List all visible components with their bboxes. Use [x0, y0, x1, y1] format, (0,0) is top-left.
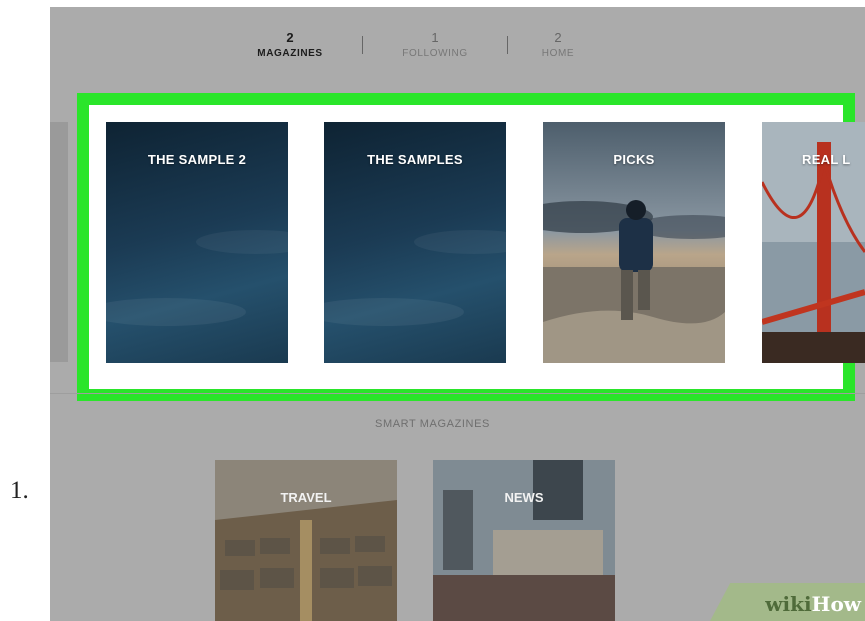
magazine-card[interactable]: THE SAMPLES	[324, 122, 506, 363]
stat-label: HOME	[541, 48, 575, 59]
stat-home[interactable]: 2 HOME	[503, 30, 613, 62]
wikihow-logo: wikiHow	[765, 592, 861, 616]
smart-magazine-card[interactable]: TRAVEL	[215, 460, 397, 621]
stat-label: MAGAZINES	[257, 48, 323, 59]
flipboard-profile-view: 2 MAGAZINES 1 FOLLOWING 2 HOME THE SAMPL…	[50, 7, 865, 621]
stat-count: 2	[554, 30, 562, 45]
magazine-card[interactable]: REAL L	[762, 122, 865, 363]
stat-count: 2	[286, 30, 294, 45]
magazine-title: THE SAMPLE 2	[147, 152, 247, 167]
airplane-cabin-photo	[215, 460, 397, 621]
stat-following[interactable]: 1 FOLLOWING	[380, 30, 490, 62]
stat-magazines[interactable]: 2 MAGAZINES	[235, 30, 345, 62]
stat-separator	[362, 36, 363, 54]
previous-card-edge	[50, 122, 68, 362]
magazine-title: THE SAMPLES	[367, 152, 463, 167]
smart-magazine-title: TRAVEL	[280, 490, 332, 505]
smart-magazine-card[interactable]: NEWS	[433, 460, 615, 621]
magazine-title: PICKS	[613, 152, 655, 167]
wikihow-logo-how: How	[811, 592, 861, 616]
step-number: 1.	[10, 477, 29, 504]
stat-label: FOLLOWING	[402, 48, 468, 59]
magazine-title: REAL L	[802, 152, 851, 167]
magazine-card[interactable]: THE SAMPLE 2	[106, 122, 288, 363]
magazine-card[interactable]: PICKS	[543, 122, 725, 363]
smart-magazine-title: NEWS	[504, 490, 544, 505]
section-divider	[50, 393, 865, 394]
stat-count: 1	[431, 30, 439, 45]
city-crowd-photo	[433, 460, 615, 621]
section-label: SMART MAGAZINES	[375, 418, 490, 430]
wikihow-logo-wiki: wiki	[765, 592, 812, 616]
